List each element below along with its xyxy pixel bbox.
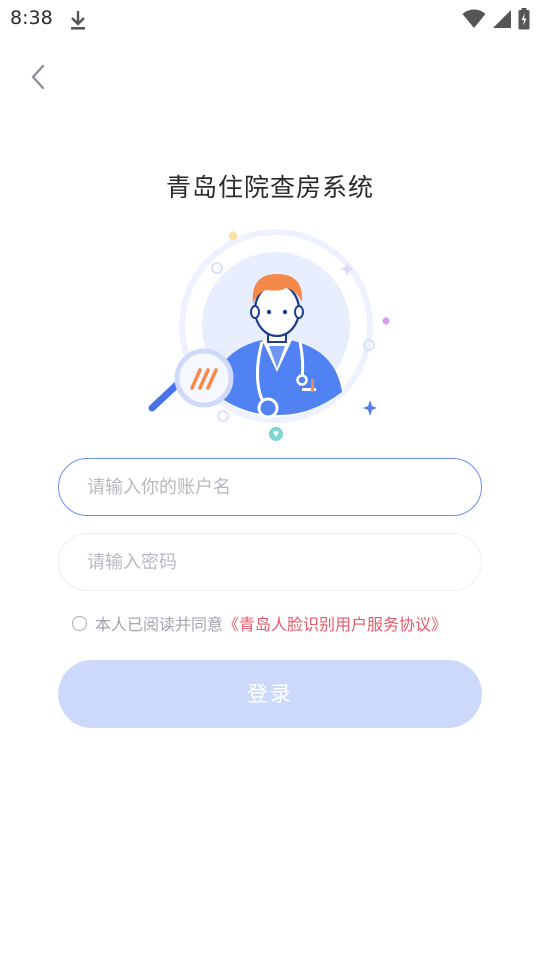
chevron-left-icon xyxy=(31,64,45,90)
password-input[interactable] xyxy=(58,533,482,591)
agreement-link[interactable]: 《青岛人脸识别用户服务协议》 xyxy=(223,611,447,635)
status-time: 8:38 xyxy=(10,7,53,29)
battery-charging-icon xyxy=(518,8,530,34)
wifi-icon xyxy=(462,9,486,33)
login-button[interactable]: 登录 xyxy=(58,660,482,728)
download-icon xyxy=(68,9,88,35)
doctor-illustration xyxy=(140,222,400,452)
signal-icon xyxy=(492,9,512,33)
agree-checkbox[interactable] xyxy=(72,615,87,631)
status-bar: 8:38 xyxy=(0,0,540,38)
agreement-text: 本人已阅读并同意 xyxy=(95,615,224,634)
agreement-row: 本人已阅读并同意 《青岛人脸识别用户服务协议》 xyxy=(72,611,447,635)
status-icons xyxy=(462,8,530,34)
account-input[interactable] xyxy=(58,458,482,516)
back-button[interactable] xyxy=(26,62,54,92)
app-title: 青岛住院查房系统 xyxy=(165,173,374,202)
